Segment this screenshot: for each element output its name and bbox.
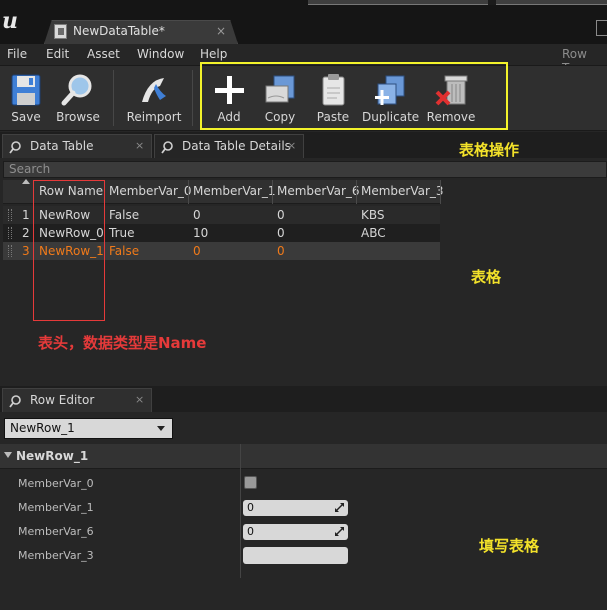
cell-membervar-6[interactable]: 0 (277, 244, 285, 258)
cell-membervar-1[interactable]: 0 (193, 244, 201, 258)
data-table-asset-icon (54, 24, 67, 39)
window-control-button[interactable] (596, 20, 607, 36)
property-label: MemberVar_0 (18, 477, 94, 490)
search-input[interactable]: Search (3, 161, 607, 178)
magnifier-icon (9, 141, 21, 154)
tab-data-table-details-label: Data Table Details (182, 139, 291, 153)
row-details-header[interactable] (0, 444, 607, 469)
reimport-icon (142, 78, 166, 102)
row-drag-handle-icon[interactable] (8, 245, 12, 257)
cell-membervar-0[interactable]: False (109, 244, 139, 258)
annotation-table-ops: 表格操作 (459, 141, 520, 159)
property-column-divider[interactable] (240, 444, 241, 578)
annotation-table: 表格 (471, 268, 502, 286)
membervar-0-checkbox[interactable] (244, 476, 257, 489)
document-tab-title: NewDataTable* (73, 24, 165, 38)
row-select-dropdown[interactable]: NewRow_1 (4, 418, 173, 439)
tab-row-editor[interactable]: Row Editor × (2, 388, 152, 412)
save-icon (11, 74, 41, 106)
title-bar-strip (308, 0, 607, 5)
row-index: 1 (22, 208, 30, 222)
menu-asset[interactable]: Asset (87, 47, 120, 61)
membervar-6-value: 0 (247, 525, 254, 538)
membervar-6-number-input[interactable]: 0 (243, 524, 348, 540)
column-header-membervar-0[interactable]: MemberVar_0 (109, 184, 192, 198)
cell-membervar-6[interactable]: 0 (277, 208, 285, 222)
column-divider[interactable] (356, 180, 357, 204)
reimport-button[interactable]: Reimport (126, 70, 182, 128)
annotation-fill-table: 填写表格 (479, 537, 540, 555)
reimport-label: Reimport (126, 110, 182, 124)
menu-help[interactable]: Help (200, 47, 227, 61)
row-drag-handle-icon[interactable] (8, 227, 12, 239)
drag-arrows-icon[interactable] (335, 527, 344, 536)
row-details-title: NewRow_1 (16, 449, 89, 463)
cell-membervar-3[interactable]: KBS (361, 208, 385, 222)
membervar-1-value: 0 (247, 501, 254, 514)
tab-row-editor-close-icon[interactable]: × (135, 393, 144, 406)
membervar-3-text-input[interactable] (243, 547, 348, 564)
toolbar-separator (113, 70, 114, 126)
toolbar-separator (192, 70, 193, 126)
cell-membervar-1[interactable]: 10 (193, 226, 208, 240)
document-tab-close-icon[interactable]: × (216, 24, 226, 38)
cell-membervar-0[interactable]: True (109, 226, 135, 240)
row-name-highlight-box (33, 180, 105, 321)
tab-data-table[interactable]: Data Table × (2, 134, 152, 158)
column-divider[interactable] (188, 180, 189, 204)
column-divider[interactable] (272, 180, 273, 204)
cell-membervar-0[interactable]: False (109, 208, 139, 222)
column-header-membervar-3[interactable]: MemberVar_3 (361, 184, 444, 198)
chevron-down-icon[interactable] (157, 426, 165, 431)
title-bar-strip-gap (488, 0, 496, 5)
column-divider[interactable] (440, 180, 441, 204)
browse-label: Browse (56, 110, 100, 124)
tab-row-editor-label: Row Editor (30, 393, 95, 407)
annotation-header-note: 表头，数据类型是Name (38, 334, 207, 352)
membervar-1-number-input[interactable]: 0 (243, 500, 348, 516)
drag-arrows-icon[interactable] (335, 503, 344, 512)
menu-edit[interactable]: Edit (46, 47, 69, 61)
save-button[interactable]: Save (4, 70, 48, 128)
cell-membervar-6[interactable]: 0 (277, 226, 285, 240)
save-label: Save (11, 110, 41, 124)
table-ops-highlight-box (200, 62, 508, 130)
property-label: MemberVar_1 (18, 501, 94, 514)
cell-membervar-3[interactable]: ABC (361, 226, 386, 240)
collapse-arrow-icon[interactable] (4, 452, 12, 458)
tab-data-table-label: Data Table (30, 139, 94, 153)
menu-file[interactable]: File (7, 47, 27, 61)
column-header-membervar-6[interactable]: MemberVar_6 (277, 184, 360, 198)
browse-button[interactable]: Browse (54, 70, 102, 128)
property-label: MemberVar_3 (18, 549, 94, 562)
magnifier-icon (9, 395, 21, 408)
row-index: 3 (22, 244, 30, 258)
row-drag-handle-icon[interactable] (8, 209, 12, 221)
tab-data-table-details[interactable]: Data Table Details × (154, 134, 304, 158)
tab-data-table-close-icon[interactable]: × (135, 139, 144, 152)
tab-details-close-icon[interactable]: × (287, 139, 296, 152)
row-index: 2 (22, 226, 30, 240)
menu-window[interactable]: Window (137, 47, 184, 61)
magnifier-icon (161, 141, 173, 154)
unreal-logo-icon: u (2, 8, 18, 34)
cell-membervar-1[interactable]: 0 (193, 208, 201, 222)
browse-icon (61, 74, 92, 106)
column-header-membervar-1[interactable]: MemberVar_1 (193, 184, 276, 198)
property-label: MemberVar_6 (18, 525, 94, 538)
sort-arrow-icon[interactable] (22, 179, 30, 184)
